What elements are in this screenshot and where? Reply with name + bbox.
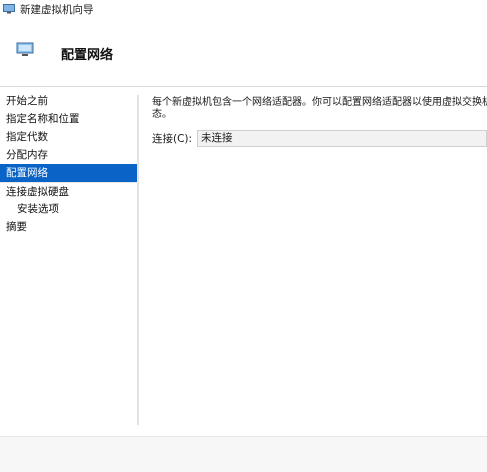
description-line-2: 态。: [152, 109, 172, 120]
monitor-icon: [3, 4, 15, 14]
window-title: 新建虚拟机向导: [20, 3, 94, 16]
monitor-icon: [16, 42, 34, 56]
nav-item-memory[interactable]: 分配内存: [0, 146, 137, 164]
connection-row: 连接(C): 未连接: [152, 130, 487, 147]
nav-item-virtual-disk[interactable]: 连接虚拟硬盘: [0, 182, 137, 200]
nav-item-networking[interactable]: 配置网络: [0, 164, 137, 182]
title-bar: 新建虚拟机向导: [0, 0, 487, 18]
description-line-1: 每个新虚拟机包含一个网络适配器。你可以配置网络适配器以使用虚拟交换机: [152, 97, 487, 108]
nav-item-install-options[interactable]: 安装选项: [0, 200, 137, 218]
connection-select[interactable]: 未连接: [197, 130, 487, 147]
content-pane: 每个新虚拟机包含一个网络适配器。你可以配置网络适配器以使用虚拟交换机 态。 连接…: [152, 97, 487, 147]
nav-item-before-you-begin[interactable]: 开始之前: [0, 92, 137, 110]
nav-divider: [137, 95, 139, 425]
header-divider: [0, 86, 487, 87]
nav-item-summary[interactable]: 摘要: [0, 218, 137, 236]
wizard-steps: 开始之前 指定名称和位置 指定代数 分配内存 配置网络 连接虚拟硬盘 安装选项 …: [0, 92, 138, 236]
nav-item-generation[interactable]: 指定代数: [0, 128, 137, 146]
description: 每个新虚拟机包含一个网络适配器。你可以配置网络适配器以使用虚拟交换机 态。: [152, 97, 487, 121]
page-header: 配置网络: [0, 18, 487, 86]
connection-label: 连接(C):: [152, 133, 193, 145]
footer-bar: [0, 436, 487, 472]
nav-item-name-location[interactable]: 指定名称和位置: [0, 110, 137, 128]
page-title: 配置网络: [61, 48, 114, 63]
